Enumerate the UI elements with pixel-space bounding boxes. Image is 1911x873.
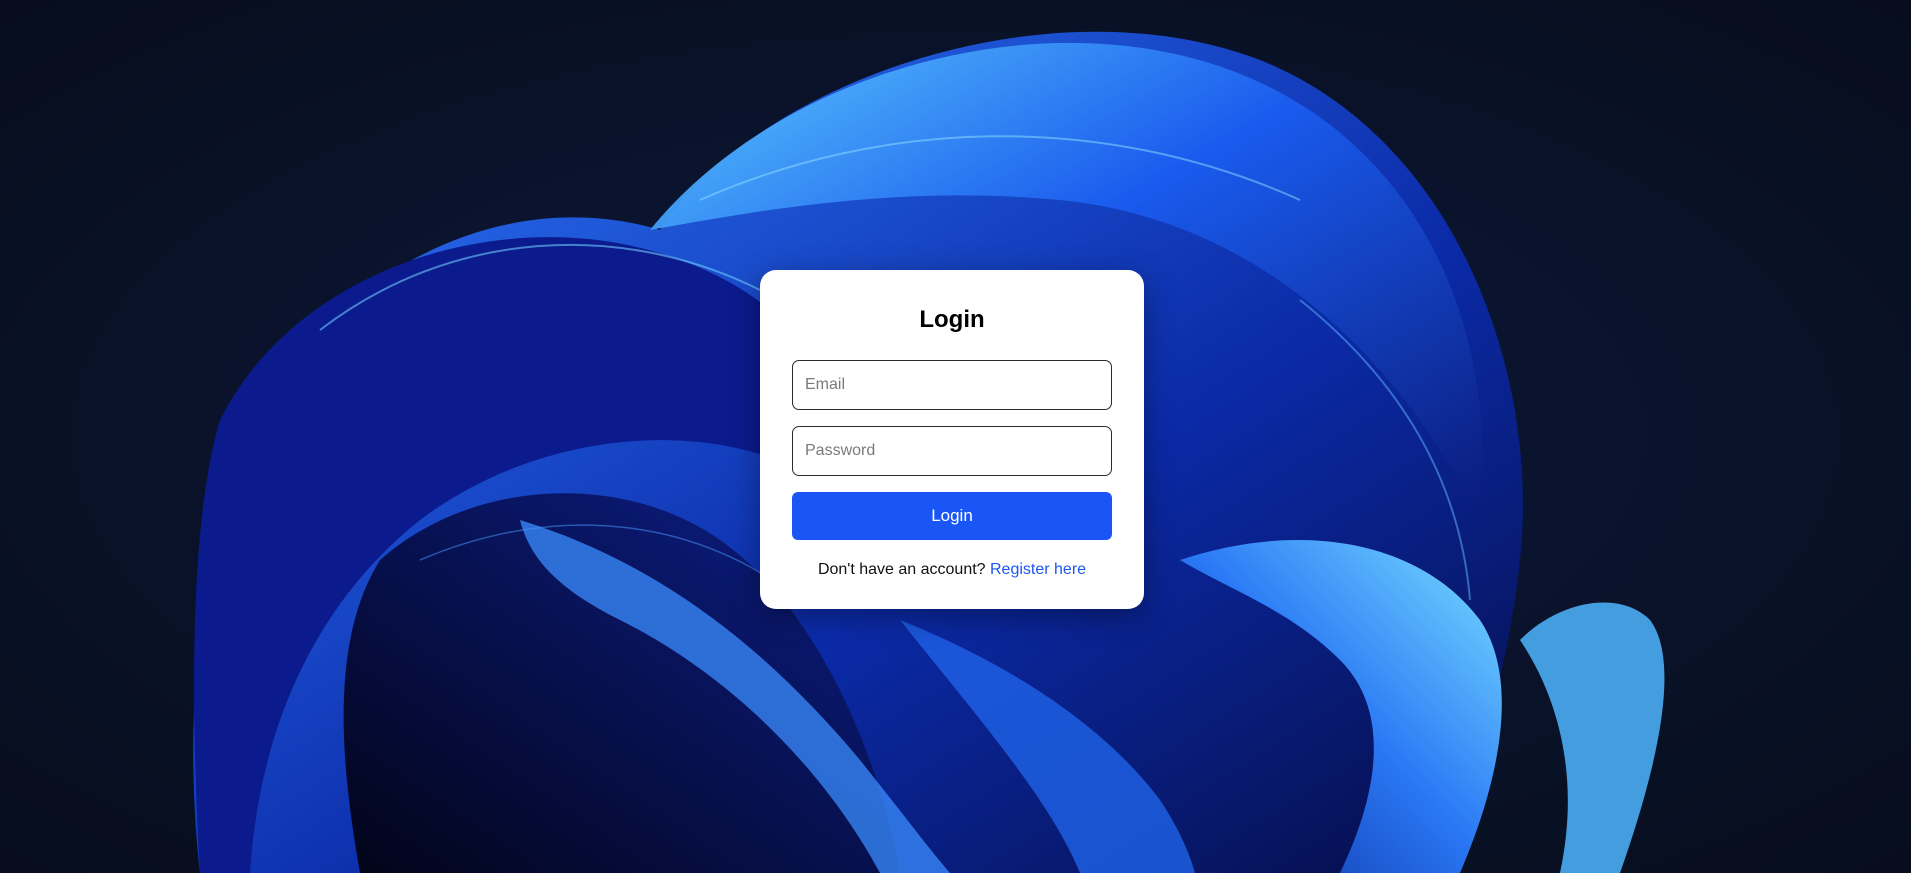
email-input[interactable]	[792, 360, 1112, 410]
register-link[interactable]: Register here	[990, 561, 1086, 578]
login-button[interactable]: Login	[792, 492, 1112, 540]
login-title: Login	[919, 306, 985, 333]
register-row: Don't have an account? Register here	[792, 560, 1112, 580]
login-card: Login Login Don't have an account? Regis…	[760, 270, 1144, 609]
password-input[interactable]	[792, 426, 1112, 476]
register-prompt: Don't have an account?	[817, 561, 990, 578]
